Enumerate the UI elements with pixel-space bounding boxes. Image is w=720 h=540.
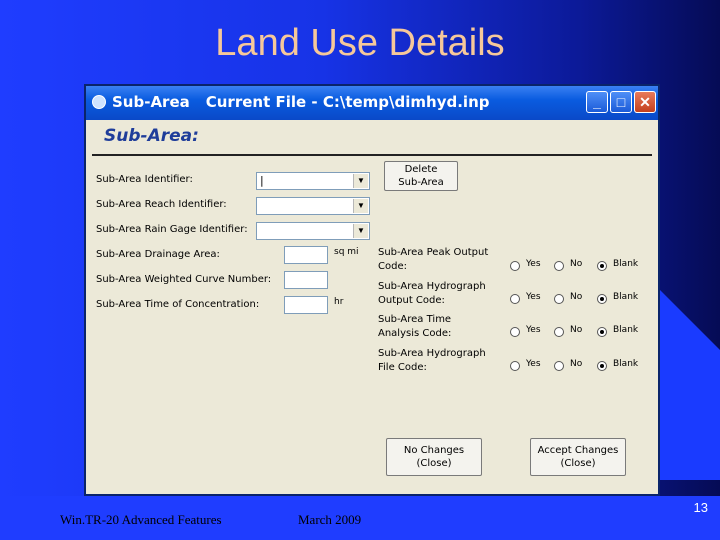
hydrograph-file-blank-radio[interactable] [597, 361, 607, 371]
hydrograph-output-blank-label: Blank [613, 292, 639, 302]
peak-output-yes-radio[interactable] [510, 261, 520, 271]
section-title: Sub-Area: [104, 126, 199, 146]
peak-output-no-label: No [570, 259, 583, 269]
delete-button-line1: Delete [404, 164, 438, 175]
drainage-area-unit: sq mi [334, 247, 359, 257]
no-changes-line2: (Close) [416, 458, 452, 469]
time-analysis-blank-label: Blank [613, 325, 639, 335]
time-of-concentration-input[interactable] [284, 296, 328, 314]
hydrograph-output-blank-radio[interactable] [597, 294, 607, 304]
chevron-down-icon: ▼ [353, 174, 368, 188]
hydrograph-file-code-label: Sub-Area Hydrograph File Code: [378, 347, 486, 375]
window-titlebar[interactable]: Sub-Area Current File - C:\temp\dimhyd.in… [86, 86, 658, 120]
window-title-name: Sub-Area [112, 93, 190, 111]
decorative-corner-shape [650, 280, 720, 480]
hydrograph-file-yes-label: Yes [526, 359, 541, 369]
time-analysis-label-line1: Sub-Area Time [378, 314, 452, 325]
chevron-down-icon: ▼ [353, 199, 368, 213]
peak-output-label-line2: Code: [378, 261, 407, 272]
peak-output-label-line1: Sub-Area Peak Output [378, 247, 489, 258]
accept-changes-line1: Accept Changes [537, 445, 619, 456]
hydrograph-file-no-radio[interactable] [554, 361, 564, 371]
time-of-concentration-label: Sub-Area Time of Concentration: [96, 299, 260, 310]
window-title-file: Current File - C:\temp\dimhyd.inp [205, 93, 490, 111]
hydrograph-file-label-line1: Sub-Area Hydrograph [378, 348, 486, 359]
hydrograph-output-label-line1: Sub-Area Hydrograph [378, 281, 486, 292]
curve-number-input[interactable] [284, 271, 328, 289]
time-analysis-no-label: No [570, 325, 583, 335]
time-analysis-label-line2: Analysis Code: [378, 328, 452, 339]
footer-title: Win.TR-20 Advanced Features [60, 512, 222, 527]
reach-identifier-label: Sub-Area Reach Identifier: [96, 199, 227, 210]
hydrograph-file-label-line2: File Code: [378, 362, 427, 373]
hydrograph-output-label-line2: Output Code: [378, 295, 445, 306]
footer-date: March 2009 [298, 512, 362, 527]
hydrograph-output-code-label: Sub-Area Hydrograph Output Code: [378, 280, 486, 308]
hydrograph-file-blank-label: Blank [613, 359, 639, 369]
section-divider [92, 154, 652, 156]
page-number: 13 [693, 500, 708, 515]
minimize-button[interactable]: _ [586, 91, 608, 113]
accept-changes-close-button[interactable]: Accept Changes (Close) [530, 438, 626, 476]
sub-area-window: Sub-Area Current File - C:\temp\dimhyd.in… [84, 84, 660, 496]
peak-output-code-label: Sub-Area Peak Output Code: [378, 246, 488, 274]
peak-output-blank-radio[interactable] [597, 261, 607, 271]
hydrograph-output-yes-label: Yes [526, 292, 541, 302]
app-icon [92, 95, 106, 109]
time-analysis-yes-radio[interactable] [510, 327, 520, 337]
time-analysis-yes-label: Yes [526, 325, 541, 335]
accept-changes-line2: (Close) [560, 458, 596, 469]
hydrograph-file-yes-radio[interactable] [510, 361, 520, 371]
delete-sub-area-button[interactable]: Delete Sub-Area [384, 161, 458, 191]
time-of-concentration-unit: hr [334, 297, 344, 307]
identifier-value: | [260, 174, 264, 187]
drainage-area-label: Sub-Area Drainage Area: [96, 249, 220, 260]
time-analysis-blank-radio[interactable] [597, 327, 607, 337]
peak-output-yes-label: Yes [526, 259, 541, 269]
identifier-label: Sub-Area Identifier: [96, 174, 193, 185]
rain-gage-identifier-select[interactable]: ▼ [256, 222, 370, 240]
close-button[interactable]: ✕ [634, 91, 656, 113]
peak-output-blank-label: Blank [613, 259, 639, 269]
chevron-down-icon: ▼ [353, 224, 368, 238]
hydrograph-output-no-label: No [570, 292, 583, 302]
maximize-button[interactable]: □ [610, 91, 632, 113]
slide-title: Land Use Details [215, 22, 505, 64]
delete-button-line2: Sub-Area [398, 177, 444, 188]
no-changes-close-button[interactable]: No Changes (Close) [386, 438, 482, 476]
reach-identifier-select[interactable]: ▼ [256, 197, 370, 215]
hydrograph-output-no-radio[interactable] [554, 294, 564, 304]
rain-gage-identifier-label: Sub-Area Rain Gage Identifier: [96, 224, 248, 235]
hydrograph-file-no-label: No [570, 359, 583, 369]
window-title: Sub-Area Current File - C:\temp\dimhyd.in… [112, 93, 489, 111]
drainage-area-input[interactable] [284, 246, 328, 264]
no-changes-line1: No Changes [403, 445, 465, 456]
time-analysis-no-radio[interactable] [554, 327, 564, 337]
curve-number-label: Sub-Area Weighted Curve Number: [96, 274, 272, 285]
time-analysis-code-label: Sub-Area Time Analysis Code: [378, 313, 451, 341]
peak-output-no-radio[interactable] [554, 261, 564, 271]
hydrograph-output-yes-radio[interactable] [510, 294, 520, 304]
identifier-select[interactable]: | ▼ [256, 172, 370, 190]
